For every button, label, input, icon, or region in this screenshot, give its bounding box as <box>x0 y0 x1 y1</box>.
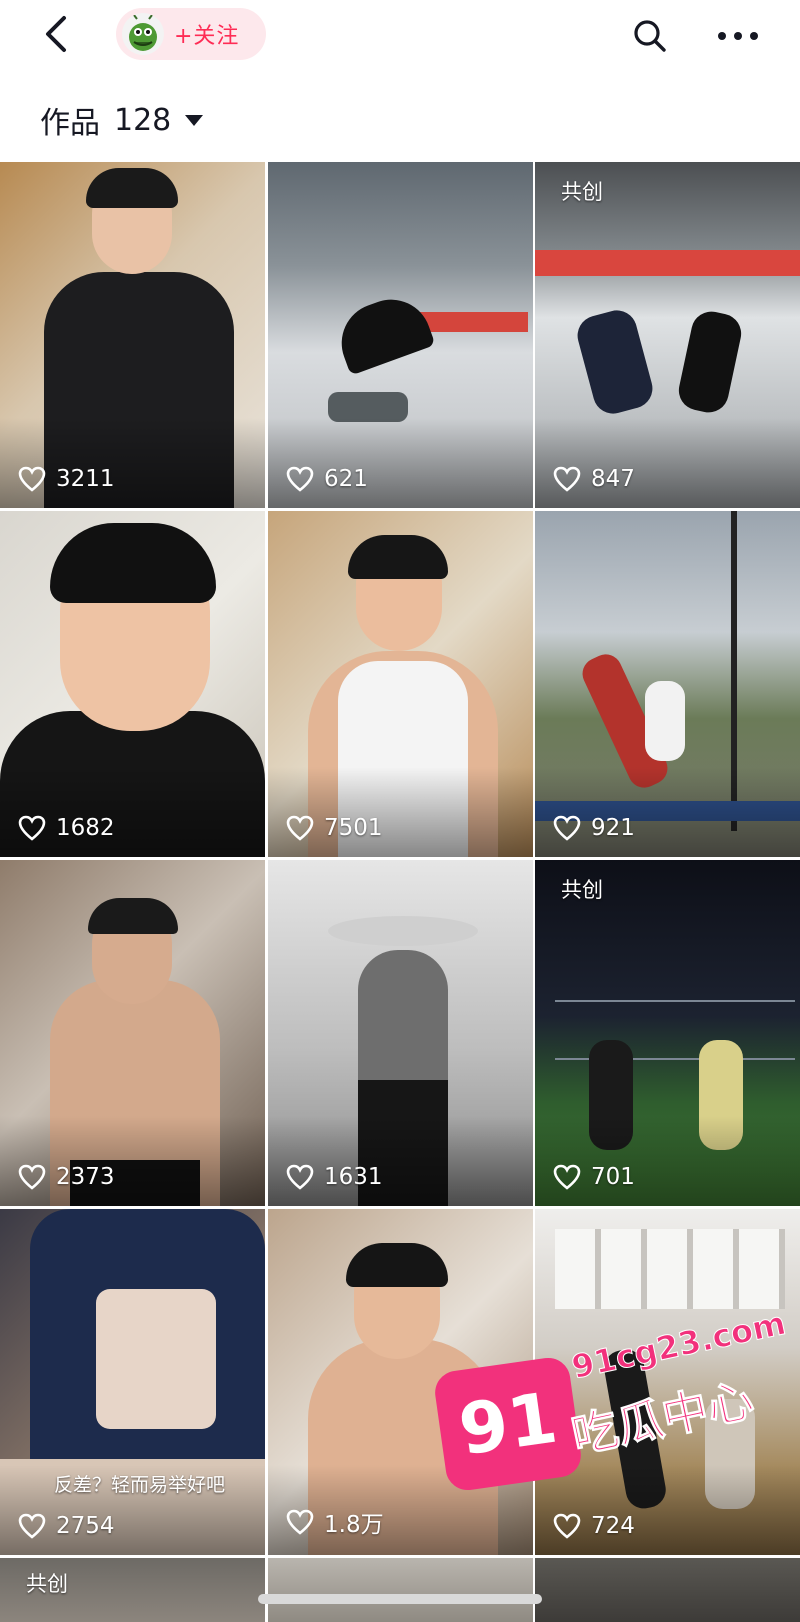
follow-button[interactable]: +关注 <box>116 8 266 60</box>
watermark-number: 91 <box>432 1355 584 1493</box>
heart-icon <box>286 466 314 492</box>
heart-icon <box>553 466 581 492</box>
back-button[interactable] <box>36 12 76 56</box>
heart-icon <box>286 1509 314 1535</box>
video-tile[interactable]: 共创 847 <box>535 162 800 508</box>
caret-down-icon <box>185 114 204 126</box>
co-create-badge: 共创 <box>26 1572 68 1596</box>
heart-icon <box>18 1513 46 1539</box>
video-tile[interactable]: 共创 701 <box>535 860 800 1206</box>
like-count: 847 <box>553 466 635 492</box>
heart-icon <box>286 1164 314 1190</box>
heart-icon <box>553 815 581 841</box>
video-tile[interactable]: 621 <box>268 162 533 508</box>
more-button[interactable] <box>712 14 764 58</box>
like-count: 921 <box>553 815 635 841</box>
like-count: 1682 <box>18 815 115 841</box>
heart-icon <box>553 1164 581 1190</box>
like-count: 2373 <box>18 1164 115 1190</box>
search-icon <box>634 20 666 52</box>
like-count: 1631 <box>286 1164 383 1190</box>
video-tile[interactable] <box>535 1558 800 1622</box>
co-create-badge: 共创 <box>561 878 603 902</box>
video-tile[interactable]: 7501 <box>268 511 533 857</box>
video-tile[interactable]: 921 <box>535 511 800 857</box>
video-caption: 反差？轻而易举好吧 <box>54 1474 226 1496</box>
heart-icon <box>286 815 314 841</box>
video-tile[interactable]: 共创 <box>0 1558 265 1622</box>
watermark-logo: 91 91cg23.com 吃瓜中心 <box>432 1303 789 1518</box>
heart-icon <box>18 1164 46 1190</box>
heart-icon <box>18 815 46 841</box>
chevron-left-icon <box>46 16 66 52</box>
co-create-badge: 共创 <box>561 180 603 204</box>
video-tile[interactable] <box>268 1558 533 1622</box>
like-count: 1.8万 <box>286 1505 384 1539</box>
video-tile[interactable]: 2373 <box>0 860 265 1206</box>
video-tile[interactable]: 1682 <box>0 511 265 857</box>
home-indicator[interactable] <box>258 1594 542 1604</box>
top-bar: +关注 <box>0 0 800 72</box>
follow-label: +关注 <box>174 24 240 49</box>
like-count: 7501 <box>286 815 383 841</box>
like-count: 701 <box>553 1164 635 1190</box>
works-count: 128 <box>114 102 172 138</box>
like-count: 2754 <box>18 1513 115 1539</box>
video-tile[interactable]: 1631 <box>268 860 533 1206</box>
more-horizontal-icon <box>718 32 758 40</box>
like-count: 621 <box>286 466 368 492</box>
heart-icon <box>18 466 46 492</box>
video-tile[interactable]: 反差？轻而易举好吧 2754 <box>0 1209 265 1555</box>
search-button[interactable] <box>628 14 672 58</box>
works-dropdown[interactable]: 作品 128 <box>40 96 204 144</box>
green-creature-avatar-icon <box>129 15 157 51</box>
video-tile[interactable]: 3211 <box>0 162 265 508</box>
avatar[interactable] <box>122 13 164 55</box>
like-count: 3211 <box>18 466 115 492</box>
works-label: 作品 <box>40 106 100 141</box>
